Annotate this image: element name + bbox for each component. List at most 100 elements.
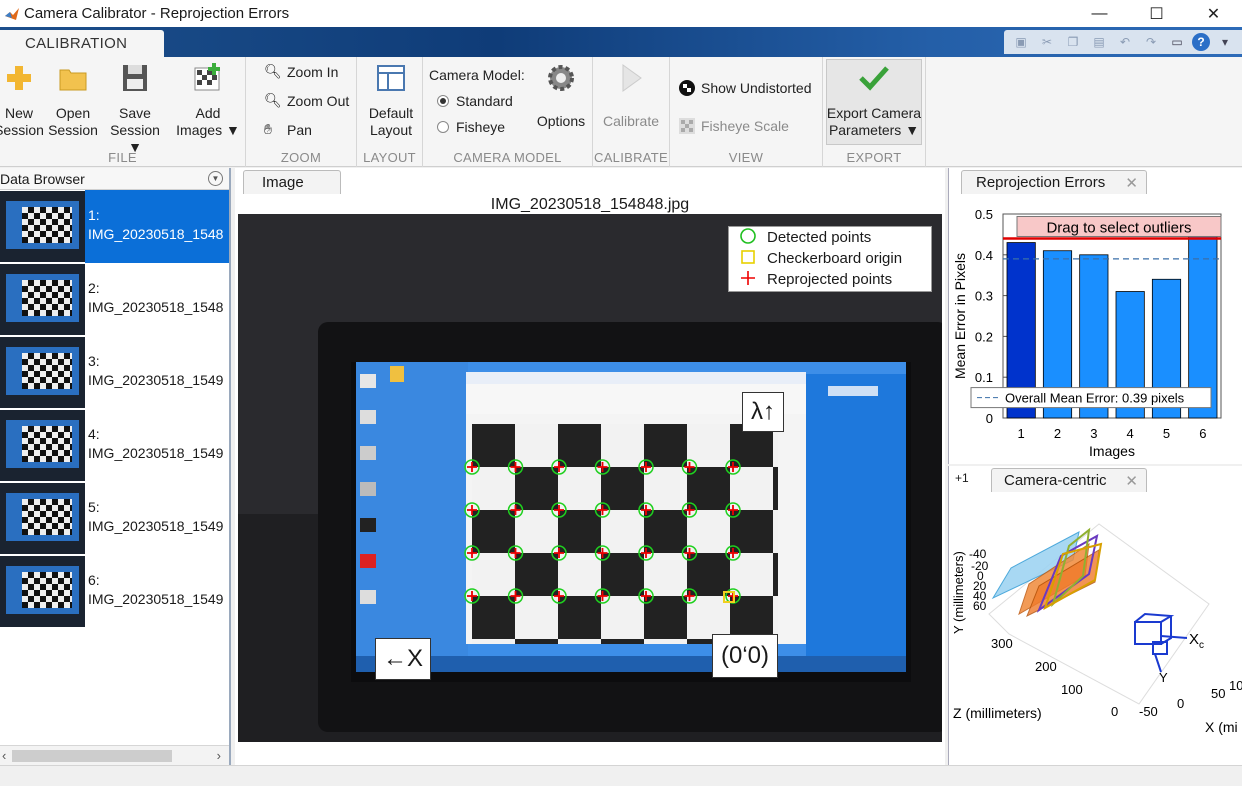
qat-undo-icon[interactable]: ↶	[1114, 33, 1136, 51]
legend-origin: Checkerboard origin	[729, 248, 931, 269]
add-images-icon	[194, 63, 220, 91]
qat-cut-icon[interactable]: ✂	[1036, 33, 1058, 51]
radio-standard[interactable]: Standard	[437, 93, 513, 109]
save-session-button[interactable]: Save Session ▼	[104, 61, 166, 156]
scrollbar-thumb[interactable]	[12, 750, 172, 762]
help-icon[interactable]: ?	[1192, 33, 1210, 51]
drag-label: Drag to select outliers	[1046, 219, 1191, 236]
calibration-image[interactable]: Detected points Checkerboard origin Repr…	[238, 214, 942, 742]
dropdown-arrow-icon: ▼	[905, 122, 920, 138]
data-browser-title: Data Browser	[0, 170, 85, 187]
qat-save-icon[interactable]: ▣	[1010, 33, 1032, 51]
y-axis-label: Y (millimeters)	[951, 551, 966, 634]
fisheye-scale-button[interactable]: Fisheye Scale	[678, 117, 789, 135]
save-icon	[123, 65, 147, 91]
thumbnail-item[interactable]: 3: IMG_20230518_1549	[0, 336, 229, 409]
thumbnail-item[interactable]: 2: IMG_20230518_1548	[0, 263, 229, 336]
thumbnail-image[interactable]	[0, 410, 85, 481]
layout-group-label: LAYOUT	[363, 150, 416, 165]
thumbnail-label: 4: IMG_20230518_1549	[85, 409, 229, 482]
x-tick-label: 6	[1199, 426, 1206, 441]
dropdown-arrow-icon: ▼	[225, 122, 240, 138]
x-axis-label: X (mi	[1205, 719, 1238, 735]
y-ticks: -40 -20 0 20 40 60	[969, 547, 989, 613]
origin-overlay-label: (0‘0)	[712, 634, 778, 678]
x-tick-label: 5	[1163, 426, 1170, 441]
tab-calibration[interactable]: CALIBRATION	[0, 30, 164, 57]
thumbnail-number: 2:	[88, 280, 100, 296]
radio-fisheye-indicator[interactable]	[437, 121, 449, 133]
thumbnail-image[interactable]	[0, 337, 85, 408]
qat-menu-icon[interactable]: ▾	[1214, 33, 1236, 51]
tab-camera-centric[interactable]: Camera-centric ✕	[991, 468, 1147, 492]
ribbon: New Session Open Session Save Session ▼	[0, 57, 1242, 167]
thumbnail-item[interactable]: 1: IMG_20230518_1548	[0, 190, 229, 263]
options-button[interactable]: Options	[533, 61, 589, 130]
pan-button[interactable]: ✋︎ Pan	[264, 121, 312, 139]
horizontal-scrollbar[interactable]: ‹ ›	[0, 745, 229, 765]
new-session-button[interactable]: New Session	[0, 61, 46, 139]
open-session-button[interactable]: Open Session	[48, 61, 98, 139]
thumbnail-number: 1:	[88, 207, 100, 223]
matlab-icon	[5, 7, 19, 20]
qat-copy-icon[interactable]: ❐	[1062, 33, 1084, 51]
maximize-button[interactable]: ☐	[1128, 0, 1185, 27]
export-group-label: EXPORT	[846, 150, 902, 165]
z-tick: 200	[1035, 659, 1057, 674]
thumbnail-label: 6: IMG_20230518_1549	[85, 555, 229, 628]
thumbnail-image[interactable]	[0, 483, 85, 554]
add-images-button[interactable]: Add Images ▼	[176, 61, 240, 139]
reprojection-bar-chart[interactable]: 0 0.1 0.2 0.3 0.4 0.5 1 2 3 4 5 6 Drag to select out…	[949, 194, 1242, 464]
x-tick-label: 4	[1127, 426, 1134, 441]
qat-layout-icon[interactable]: ▭	[1166, 33, 1188, 51]
default-layout-button[interactable]: Default Layout	[363, 61, 419, 139]
camera-centric-panel: +1 Camera-centric ✕ Y (millimeters) -40 …	[948, 466, 1242, 765]
x-axis-overlay-label: ←X	[375, 638, 431, 680]
camera-centric-plot[interactable]: Y (millimeters) -40 -20 0 20 40 60 300 2…	[949, 494, 1242, 764]
tab-reprojection-errors[interactable]: Reprojection Errors ✕	[961, 170, 1147, 194]
xc-label: Xc	[1189, 631, 1204, 651]
y-axis-overlay-label: λ↑	[742, 392, 784, 432]
status-bar	[0, 765, 1242, 786]
radio-standard-indicator[interactable]	[437, 95, 449, 107]
panel-number: +1	[955, 471, 969, 485]
y-axis-label: Mean Error in Pixels	[952, 253, 968, 379]
minimize-button[interactable]: —	[1071, 0, 1128, 27]
y-tick-label: 0.2	[975, 329, 993, 344]
thumbnail-number: 6:	[88, 572, 100, 588]
thumbnail-name: IMG_20230518_1549	[88, 372, 224, 388]
scroll-left-icon[interactable]: ‹	[2, 748, 6, 763]
data-browser: Data Browser ▼ 1: IMG_20230518_1548 2: IMG_…	[0, 168, 231, 765]
zoom-out-button[interactable]: 🔍︎ Zoom Out	[264, 92, 349, 110]
thumbnail-name: IMG_20230518_1549	[88, 591, 224, 607]
checkmark-icon	[859, 66, 889, 91]
export-camera-parameters-button[interactable]: Export Camera Parameters ▼	[826, 61, 922, 139]
x-tick-label: 2	[1054, 426, 1061, 441]
scroll-right-icon[interactable]: ›	[217, 748, 221, 763]
calibrate-group: Calibrate CALIBRATE	[593, 57, 670, 167]
thumbnail-name: IMG_20230518_1549	[88, 445, 224, 461]
zoom-group: 🔍︎ Zoom In 🔍︎ Zoom Out ✋︎ Pan ZOOM	[246, 57, 357, 167]
file-group: New Session Open Session Save Session ▼	[0, 57, 246, 167]
show-undistorted-button[interactable]: Show Undistorted	[678, 79, 812, 97]
calibrate-button[interactable]: Calibrate	[601, 61, 661, 130]
thumbnail-image[interactable]	[0, 191, 85, 262]
thumbnail-image[interactable]	[0, 556, 85, 627]
qat-paste-icon[interactable]: ▤	[1088, 33, 1110, 51]
tab-image[interactable]: Image	[243, 170, 341, 194]
radio-fisheye[interactable]: Fisheye	[437, 119, 505, 135]
folder-icon	[59, 69, 87, 91]
zoom-in-button[interactable]: 🔍︎ Zoom In	[264, 63, 338, 81]
thumbnail-item[interactable]: 5: IMG_20230518_1549	[0, 482, 229, 555]
close-tab-icon[interactable]: ✕	[1125, 472, 1138, 490]
thumbnail-item[interactable]: 6: IMG_20230518_1549	[0, 555, 229, 628]
data-browser-header: Data Browser ▼	[0, 168, 229, 190]
thumbnail-label: 1: IMG_20230518_1548	[85, 190, 229, 263]
collapse-icon[interactable]: ▼	[208, 171, 223, 186]
zoom-group-label: ZOOM	[280, 150, 322, 165]
qat-redo-icon[interactable]: ↷	[1140, 33, 1162, 51]
close-window-button[interactable]: ✕	[1185, 0, 1242, 27]
close-tab-icon[interactable]: ✕	[1125, 174, 1138, 192]
thumbnail-image[interactable]	[0, 264, 85, 335]
thumbnail-item[interactable]: 4: IMG_20230518_1549	[0, 409, 229, 482]
